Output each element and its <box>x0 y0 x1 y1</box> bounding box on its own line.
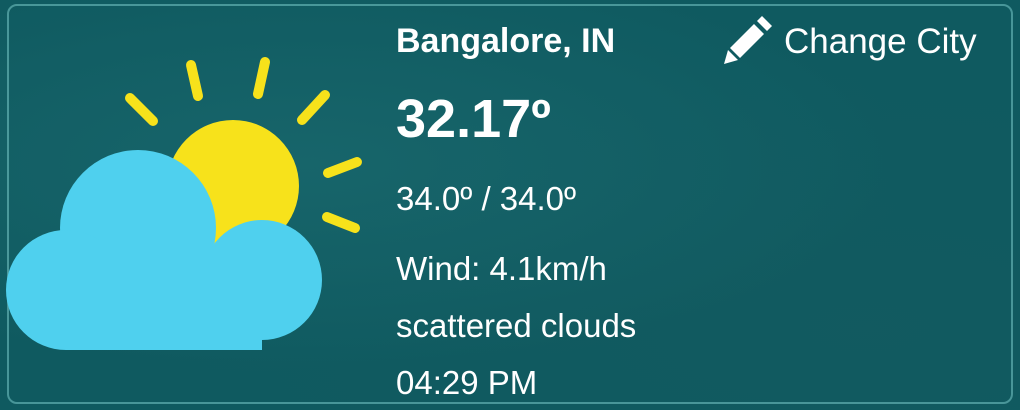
weather-description: scattered clouds <box>396 307 637 344</box>
wind-speed: Wind: 4.1km/h <box>396 250 607 287</box>
current-temperature: 32.17º <box>396 89 551 149</box>
change-city-button[interactable]: Change City <box>718 12 977 72</box>
change-city-label: Change City <box>784 22 977 61</box>
pencil-icon <box>724 16 772 64</box>
city-name: Bangalore, IN <box>396 22 616 60</box>
min-max-temperature: 34.0º / 34.0º <box>396 180 577 217</box>
weather-widget: Bangalore, IN 32.17º 34.0º / 34.0º Wind:… <box>0 0 1020 410</box>
local-time: 04:29 PM <box>396 364 538 401</box>
sun-behind-cloud-icon <box>6 57 362 350</box>
